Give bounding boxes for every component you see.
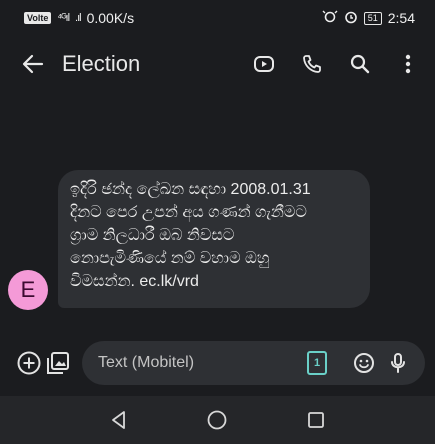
sender-avatar[interactable]: E <box>8 270 48 310</box>
phone-icon <box>303 55 321 73</box>
battery-icon: 51 <box>363 11 382 25</box>
clock: 2:54 <box>387 10 415 26</box>
status-right: 51 2:54 <box>322 10 415 27</box>
conversation-title: Election <box>62 51 141 76</box>
back-arrow-icon <box>22 54 44 74</box>
vibrate-icon <box>322 10 338 27</box>
more-options-button[interactable] <box>395 51 421 77</box>
nav-home-button[interactable] <box>197 400 237 440</box>
volte-badge: Volte <box>24 12 52 24</box>
call-button[interactable] <box>299 51 325 77</box>
more-vert-icon <box>405 54 411 74</box>
attach-button[interactable] <box>14 346 43 380</box>
signal-icon: ⁴ᴳıl <box>57 12 70 24</box>
emoji-icon <box>354 353 374 373</box>
nav-home-icon <box>208 410 227 430</box>
navigation-bar <box>0 396 435 444</box>
composer-bar: 1 <box>0 336 435 390</box>
video-call-icon <box>254 56 274 72</box>
status-bar: Volte ⁴ᴳıl .ıl 0.00K/s 51 2:54 <box>0 0 435 36</box>
alarm-icon <box>344 10 358 27</box>
net-speed: 0.00K/s <box>86 10 135 26</box>
app-bar-actions <box>251 51 421 77</box>
video-call-button[interactable] <box>251 51 277 77</box>
message-bubble[interactable]: ඉදිරි ඡන්ද ලේඛන සඳහා 2008.01.31 දිනට පෙර… <box>58 170 370 308</box>
nav-recents-icon <box>307 412 324 428</box>
nav-back-icon <box>112 411 126 429</box>
add-circle-icon <box>17 351 40 375</box>
gallery-button[interactable] <box>43 346 72 380</box>
message-field[interactable]: 1 <box>82 341 425 385</box>
nav-back-button[interactable] <box>99 400 139 440</box>
search-button[interactable] <box>347 51 373 77</box>
app-bar: Election <box>0 36 435 92</box>
signal-icon-2: .ıl <box>75 12 81 24</box>
emoji-button[interactable] <box>351 350 377 376</box>
mic-icon <box>391 353 405 373</box>
message-input[interactable] <box>96 353 307 373</box>
sim-icon[interactable]: 1 <box>307 351 327 375</box>
gallery-icon <box>46 352 69 374</box>
voice-button[interactable] <box>385 350 411 376</box>
status-left: Volte ⁴ᴳıl .ıl 0.00K/s <box>24 10 134 26</box>
nav-recents-button[interactable] <box>296 400 336 440</box>
search-icon <box>350 54 370 74</box>
back-button[interactable] <box>18 49 48 79</box>
